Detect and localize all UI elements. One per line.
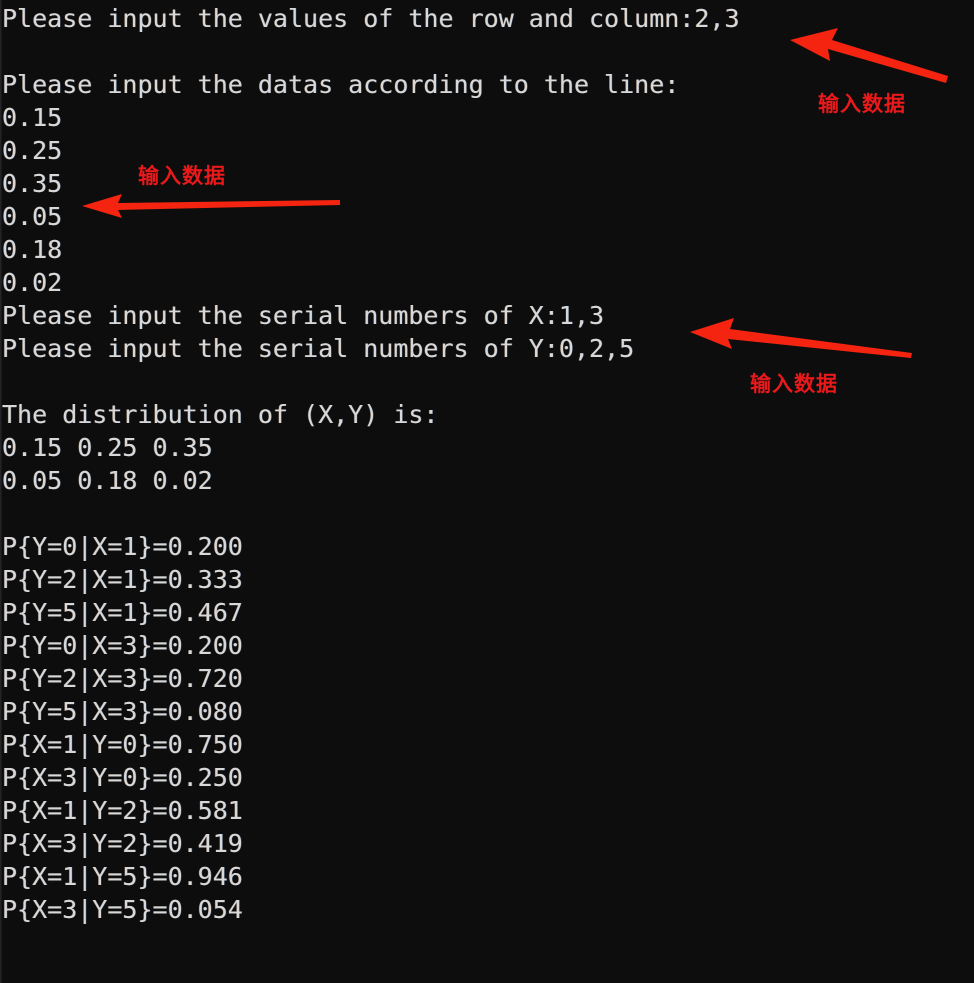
console-line: 0.15 0.25 0.35 <box>2 433 213 462</box>
console-line: The distribution of (X,Y) is: <box>2 400 439 429</box>
console-line: P{X=1|Y=2}=0.581 <box>2 796 243 825</box>
console-line: 0.05 <box>2 202 63 231</box>
console-output-area[interactable]: Please input the values of the row and c… <box>0 0 974 983</box>
console-separator-line: _________________________________ <box>2 961 499 983</box>
console-line: P{X=3|Y=5}=0.054 <box>2 895 243 924</box>
console-line: P{Y=2|X=3}=0.720 <box>2 664 243 693</box>
console-line: Please input the values of the row and c… <box>2 4 740 33</box>
console-line: P{Y=5|X=1}=0.467 <box>2 598 243 627</box>
console-line: 0.18 <box>2 235 63 264</box>
console-line: 0.15 <box>2 103 63 132</box>
console-line: P{Y=2|X=1}=0.333 <box>2 565 243 594</box>
console-line: P{X=1|Y=0}=0.750 <box>2 730 243 759</box>
console-line: 0.25 <box>2 136 63 165</box>
console-line: 0.02 <box>2 268 63 297</box>
console-line: P{Y=5|X=3}=0.080 <box>2 697 243 726</box>
console-line: P{X=1|Y=5}=0.946 <box>2 862 243 891</box>
console-line: P{X=3|Y=2}=0.419 <box>2 829 243 858</box>
console-line: Please input the serial numbers of Y:0,2… <box>2 334 635 363</box>
console-line: 0.35 <box>2 169 63 198</box>
console-line: P{Y=0|X=1}=0.200 <box>2 532 243 561</box>
console-window: Please input the values of the row and c… <box>0 0 974 983</box>
console-line: Please input the serial numbers of X:1,3 <box>2 301 605 330</box>
console-line: Please input the datas according to the … <box>2 70 680 99</box>
console-line: P{Y=0|X=3}=0.200 <box>2 631 243 660</box>
console-line: 0.05 0.18 0.02 <box>2 466 213 495</box>
console-line: P{X=3|Y=0}=0.250 <box>2 763 243 792</box>
